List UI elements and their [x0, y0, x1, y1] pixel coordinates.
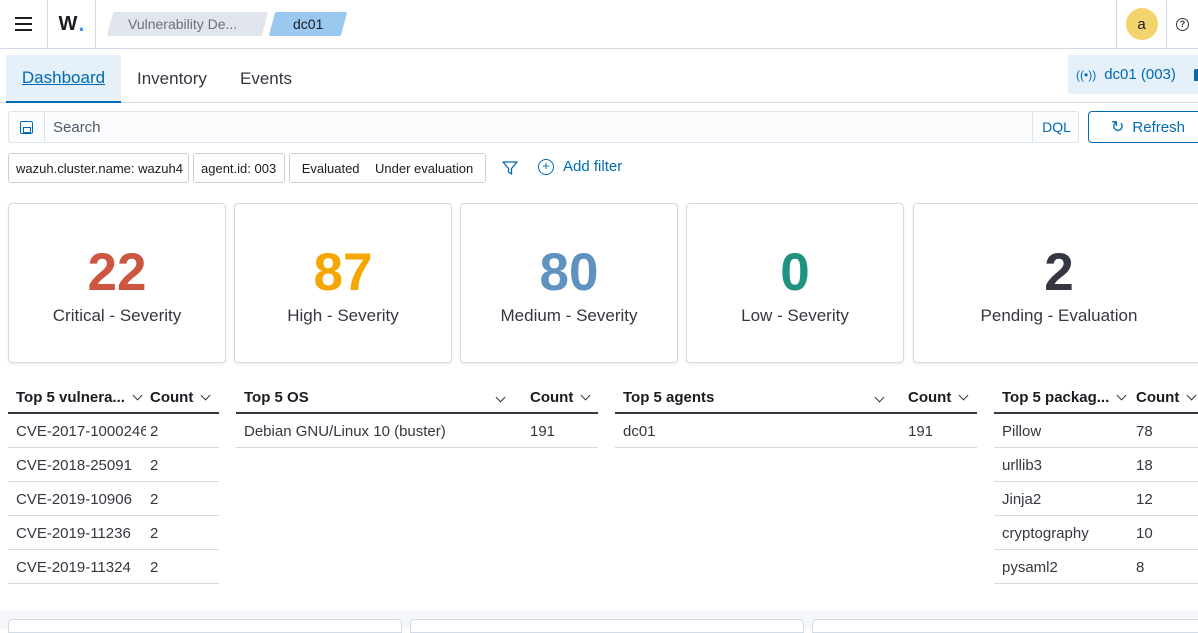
table-row: CVE-2019-11236 2 [8, 516, 219, 550]
dql-toggle-button[interactable]: DQL [1032, 112, 1080, 142]
stat-value: 87 [313, 243, 373, 302]
plus-icon: + [538, 158, 554, 175]
search-bar: DQL [8, 111, 1079, 143]
chevron-down-icon [132, 390, 143, 401]
column-header-count[interactable]: Count [908, 389, 969, 406]
refresh-icon: ↻ [1111, 119, 1125, 136]
breadcrumb-vulnerability-detection[interactable]: Vulnerability De... [106, 12, 269, 36]
stat-label: High - Severity [287, 306, 399, 325]
stat-value: 80 [539, 243, 599, 302]
tab-inventory[interactable]: Inventory [137, 55, 207, 103]
chevron-down-icon[interactable] [874, 392, 885, 403]
panel-card [410, 619, 804, 633]
status-filter-group: Evaluated Under evaluation [289, 153, 486, 183]
table-row: cryptography 10 [994, 516, 1198, 550]
refresh-button[interactable]: ↻ Refresh [1088, 111, 1198, 143]
column-header-os[interactable]: Top 5 OS [244, 389, 309, 406]
chevron-down-icon [580, 390, 591, 401]
help-menu[interactable]: ? [1166, 0, 1198, 48]
chevron-down-icon [200, 390, 211, 401]
table-top-vulnerabilities: Top 5 vulnera... Count CVE-2017-1000246 2… [8, 381, 219, 584]
table-row: Debian GNU/Linux 10 (buster) 191 [236, 414, 598, 448]
table-top-agents: Top 5 agents Count dc01 191 [615, 381, 977, 448]
table-header: Top 5 OS Count [236, 381, 598, 414]
add-filter-button[interactable]: + Add filter [538, 158, 622, 175]
stat-value: 22 [87, 243, 147, 302]
stat-label: Pending - Evaluation [980, 306, 1138, 325]
table-row: Pillow 78 [994, 414, 1198, 448]
column-header-package[interactable]: Top 5 packag... [1002, 389, 1127, 406]
stat-label: Critical - Severity [52, 306, 182, 325]
table-row: dc01 191 [615, 414, 977, 448]
stat-card-pending[interactable]: 2 Pending - Evaluation [913, 203, 1198, 363]
table-row: CVE-2018-25091 2 [8, 448, 219, 482]
table-header: Top 5 agents Count [615, 381, 977, 414]
stat-card-medium[interactable]: 80 Medium - Severity [460, 203, 678, 363]
filter-pill-cluster[interactable]: wazuh.cluster.name: wazuh4 [8, 153, 189, 183]
broadcast-icon: ((•)) [1076, 67, 1097, 82]
column-header-count[interactable]: Count [530, 389, 591, 406]
table-row: pysaml2 8 [994, 550, 1198, 584]
column-header-count[interactable]: Count [1136, 389, 1197, 406]
filter-icon[interactable] [502, 160, 518, 176]
chevron-down-icon [958, 390, 969, 401]
table-header: Top 5 vulnera... Count [8, 381, 219, 414]
tab-dashboard[interactable]: Dashboard [6, 55, 121, 103]
save-icon [20, 120, 33, 134]
user-menu[interactable]: a [1116, 0, 1166, 48]
column-header-count[interactable]: Count [150, 389, 211, 406]
filter-pill-agent[interactable]: agent.id: 003 [193, 153, 285, 183]
menu-toggle-button[interactable] [0, 0, 48, 48]
stat-value: 0 [780, 243, 810, 302]
help-icon[interactable]: ? [1176, 17, 1189, 31]
app-logo[interactable]: W. [48, 0, 96, 48]
avatar[interactable]: a [1125, 8, 1158, 40]
chevron-down-icon[interactable] [495, 392, 506, 403]
tab-bar: Dashboard Inventory Events ((•)) dc01 (0… [0, 49, 1198, 103]
stat-card-high[interactable]: 87 High - Severity [234, 203, 452, 363]
table-row: CVE-2019-10906 2 [8, 482, 219, 516]
column-header-vulnerability[interactable]: Top 5 vulnera... [16, 389, 143, 406]
stat-label: Medium - Severity [500, 306, 638, 325]
table-header: Top 5 packag... Count [994, 381, 1198, 414]
top-header: W. Vulnerability De... dc01 a ? [0, 0, 1198, 49]
column-header-agent[interactable]: Top 5 agents [623, 389, 714, 406]
chevron-down-icon [1116, 390, 1127, 401]
stat-label: Low - Severity [741, 306, 849, 325]
saved-queries-button[interactable] [9, 112, 45, 142]
stat-card-low[interactable]: 0 Low - Severity [686, 203, 904, 363]
table-row: CVE-2019-11324 2 [8, 550, 219, 584]
chevron-down-icon [1186, 390, 1197, 401]
tab-events[interactable]: Events [240, 55, 292, 103]
logo-dot-icon: . [78, 11, 85, 36]
table-top-os: Top 5 OS Count Debian GNU/Linux 10 (bust… [236, 381, 598, 448]
stat-card-critical[interactable]: 22 Critical - Severity [8, 203, 226, 363]
filter-evaluated-button[interactable]: Evaluated [302, 161, 360, 176]
stat-value: 2 [1044, 243, 1074, 302]
hamburger-icon [15, 17, 32, 31]
breadcrumb-agent[interactable]: dc01 [268, 12, 348, 36]
pin-icon[interactable] [1193, 68, 1198, 81]
table-row: Jinja2 12 [994, 482, 1198, 516]
table-row: urllib3 18 [994, 448, 1198, 482]
table-top-packages: Top 5 packag... Count Pillow 78 urllib3 18… [994, 381, 1198, 584]
filter-under-evaluation-button[interactable]: Under evaluation [375, 161, 473, 176]
search-input[interactable] [45, 112, 1030, 142]
table-row: CVE-2017-1000246 2 [8, 414, 219, 448]
panel-card [8, 619, 402, 633]
panel-card [812, 619, 1198, 633]
selected-agent-button[interactable]: ((•)) dc01 (003) [1068, 55, 1198, 94]
